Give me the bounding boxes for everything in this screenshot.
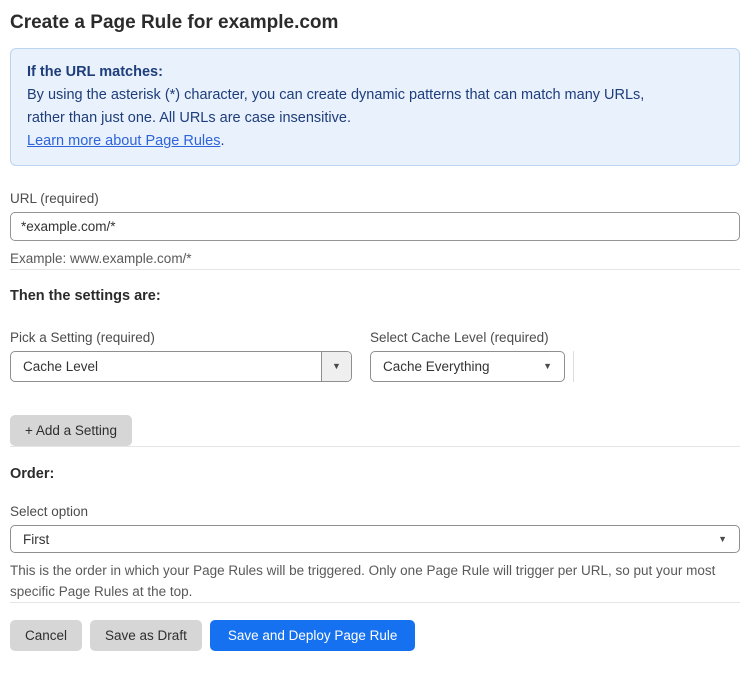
order-heading: Order: — [10, 466, 55, 482]
divider-settings — [10, 269, 740, 270]
order-label: Select option — [10, 504, 89, 519]
order-helper: This is the order in which your Page Rul… — [10, 563, 716, 599]
info-box-body: By using the asterisk (*) character, you… — [27, 87, 645, 126]
order-value: First — [23, 531, 50, 547]
info-box: If the URL matches: By using the asteris… — [10, 48, 740, 166]
save-draft-button[interactable]: Save as Draft — [90, 620, 202, 651]
url-label: URL (required) — [10, 191, 99, 206]
dropdown-arrow-icon: ▼ — [332, 361, 341, 371]
settings-heading: Then the settings are: — [10, 288, 161, 304]
page-title: Create a Page Rule for example.com — [10, 12, 339, 33]
info-box-link-line: Learn more about Page Rules. — [27, 130, 723, 153]
url-input[interactable] — [10, 212, 740, 241]
save-deploy-button[interactable]: Save and Deploy Page Rule — [209, 620, 416, 651]
setting-picker-select[interactable]: Cache Level ▼ — [10, 351, 352, 382]
dropdown-arrow-icon: ▼ — [543, 361, 552, 371]
footer-buttons: Cancel Save as Draft Save and Deploy Pag… — [10, 620, 740, 651]
add-setting-row: + Add a Setting — [10, 415, 740, 446]
divider-order — [10, 446, 740, 447]
divider-footer — [10, 602, 740, 603]
cache-level-select[interactable]: Cache Everything ▼ — [370, 351, 565, 382]
order-select[interactable]: First ▼ — [10, 525, 740, 553]
link-period: . — [220, 133, 225, 149]
settings-controls-row: Cache Level ▼ Cache Everything ▼ — [10, 351, 740, 382]
settings-labels-row: Pick a Setting (required) Select Cache L… — [10, 330, 740, 345]
page-rule-form: Create a Page Rule for example.com If th… — [0, 0, 750, 651]
cancel-button[interactable]: Cancel — [10, 620, 83, 651]
setting-picker-label: Pick a Setting (required) — [10, 330, 155, 345]
cache-level-value: Cache Everything — [383, 359, 490, 374]
dropdown-arrow-box: ▼ — [321, 352, 351, 381]
info-box-heading: If the URL matches: — [27, 64, 163, 80]
add-setting-button[interactable]: + Add a Setting — [10, 415, 132, 446]
url-helper: Example: www.example.com/* — [10, 251, 192, 266]
learn-more-link[interactable]: Learn more about Page Rules — [27, 133, 220, 149]
setting-picker-value: Cache Level — [23, 359, 99, 374]
cache-level-label: Select Cache Level (required) — [370, 330, 549, 345]
setting-value-divider — [573, 351, 574, 382]
dropdown-arrow-icon: ▼ — [718, 533, 727, 544]
